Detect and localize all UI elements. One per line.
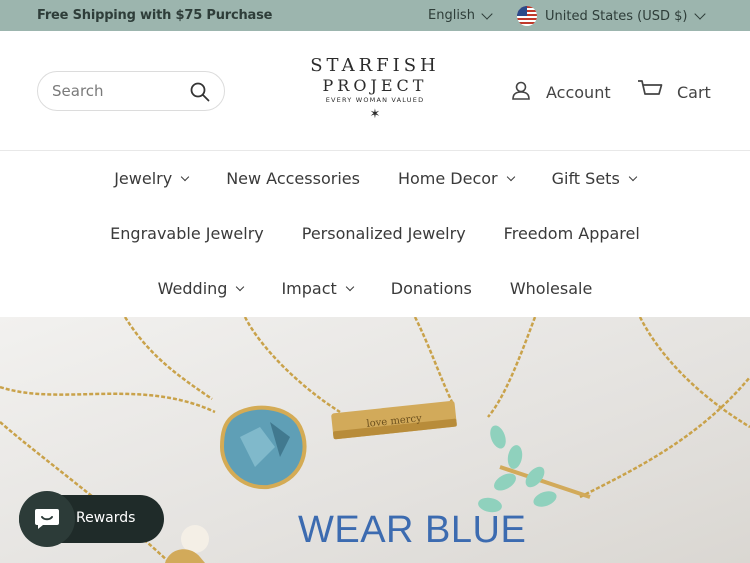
search-icon[interactable]	[190, 82, 210, 102]
language-label: English	[428, 8, 475, 23]
cart-link[interactable]: Cart	[637, 79, 711, 105]
nav-item-impact[interactable]: Impact	[281, 279, 355, 298]
nav-item-label: Jewelry	[114, 169, 173, 188]
logo-tagline: EVERY WOMAN VALUED	[325, 96, 425, 104]
user-icon	[510, 79, 532, 105]
nav-row: Engravable Jewelry Personalized Jewelry …	[0, 224, 750, 243]
nav-item-label: Wholesale	[509, 279, 593, 298]
nav-row: Jewelry New Accessories Home Decor Gift …	[0, 169, 750, 188]
hero-title: WEAR BLUE	[298, 509, 527, 551]
nav-item-label: New Accessories	[226, 169, 360, 188]
nav-item-label: Engravable Jewelry	[110, 224, 264, 243]
nav-row: Wedding Impact Donations Wholesale	[0, 279, 750, 298]
nav-item-label: Gift Sets	[551, 169, 620, 188]
nav-item-personalized-jewelry[interactable]: Personalized Jewelry	[302, 224, 466, 243]
nav-item-label: Personalized Jewelry	[301, 224, 466, 243]
nav-item-home-decor[interactable]: Home Decor	[397, 169, 515, 188]
chevron-down-icon	[481, 7, 493, 20]
nav-item-label: Freedom Apparel	[503, 224, 640, 243]
search-box	[37, 71, 225, 111]
cart-icon	[637, 79, 663, 105]
language-selector[interactable]: English	[428, 7, 493, 23]
free-shipping-promo: Free Shipping with $75 Purchase	[37, 8, 273, 23]
chevron-down-icon	[180, 172, 190, 182]
announcement-bar: Free Shipping with $75 Purchase English …	[0, 0, 750, 31]
logo-line2: PROJECT	[322, 76, 428, 95]
currency-selector[interactable]: United States (USD $)	[517, 6, 706, 26]
nav-item-jewelry[interactable]: Jewelry	[114, 169, 190, 188]
nav-item-wedding[interactable]: Wedding	[157, 279, 245, 298]
site-logo[interactable]: STARFISH PROJECT EVERY WOMAN VALUED ✶	[300, 55, 450, 123]
nav-item-new-accessories[interactable]: New Accessories	[226, 169, 360, 188]
nav-item-donations[interactable]: Donations	[391, 279, 472, 298]
rewards-button[interactable]: Rewards	[19, 491, 164, 547]
chevron-down-icon	[236, 282, 245, 292]
site-header: STARFISH PROJECT EVERY WOMAN VALUED ✶ Ac…	[0, 31, 750, 151]
nav-item-label: Donations	[390, 279, 472, 298]
chat-bubble-icon	[19, 491, 75, 547]
starfish-mark-icon: ✶	[369, 107, 381, 122]
currency-label: United States (USD $)	[545, 8, 688, 24]
nav-item-label: Home Decor	[397, 169, 498, 188]
cart-label: Cart	[677, 82, 711, 102]
nav-item-engravable-jewelry[interactable]: Engravable Jewelry	[110, 224, 264, 243]
nav-item-gift-sets[interactable]: Gift Sets	[551, 169, 638, 188]
us-flag-icon	[517, 6, 537, 26]
search-input[interactable]	[52, 81, 182, 101]
chevron-down-icon	[506, 172, 515, 182]
logo-line1: STARFISH	[310, 55, 440, 76]
chevron-down-icon	[345, 282, 355, 292]
account-label: Account	[546, 82, 611, 102]
nav-item-freedom-apparel[interactable]: Freedom Apparel	[504, 224, 640, 243]
nav-item-wholesale[interactable]: Wholesale	[510, 279, 592, 298]
rewards-label: Rewards	[76, 510, 136, 526]
main-navigation: Jewelry New Accessories Home Decor Gift …	[0, 152, 750, 317]
account-link[interactable]: Account	[510, 79, 611, 105]
chevron-down-icon	[693, 8, 706, 20]
chevron-down-icon	[628, 172, 638, 182]
nav-item-label: Wedding	[157, 279, 228, 298]
nav-item-label: Impact	[281, 279, 337, 298]
